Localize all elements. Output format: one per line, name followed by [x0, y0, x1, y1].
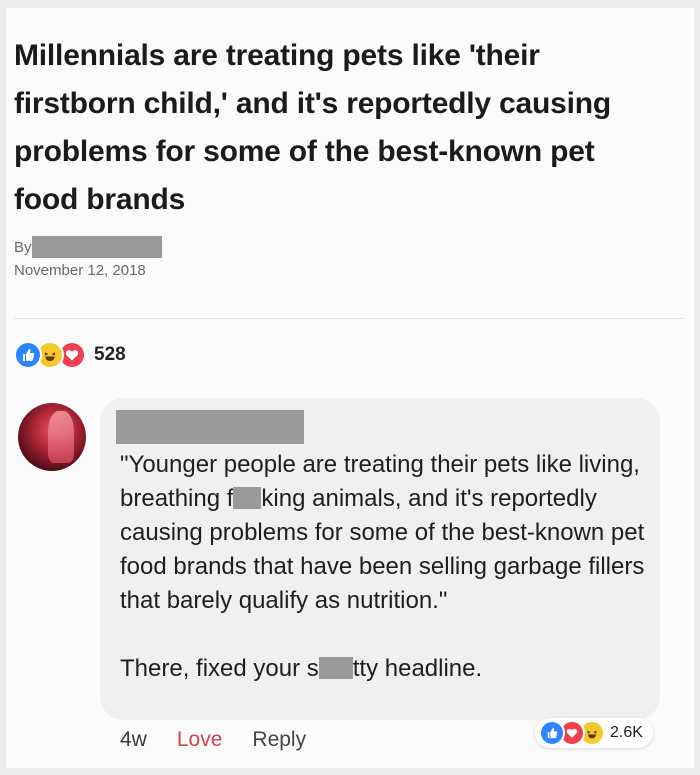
byline-label: By	[14, 238, 32, 256]
article-date: November 12, 2018	[14, 262, 146, 279]
like-icon	[539, 720, 565, 746]
article-headline[interactable]: Millennials are treating pets like 'thei…	[14, 32, 654, 224]
reply-button[interactable]: Reply	[252, 728, 306, 752]
comment-text: "Younger people are treating their pets …	[120, 448, 650, 686]
author-redaction	[31, 236, 162, 258]
post-reactions[interactable]: 528	[14, 341, 126, 369]
divider	[14, 318, 684, 319]
comment-text-part: tty headline.	[352, 655, 483, 682]
comment-bubble: "Younger people are treating their pets …	[100, 398, 660, 720]
like-icon	[14, 341, 42, 369]
comment-timestamp[interactable]: 4w	[120, 728, 147, 752]
comment-paragraph-2: There, fixed your s tty headline.	[120, 652, 650, 686]
censor-block	[318, 657, 353, 679]
censor-block	[233, 487, 262, 509]
reaction-count: 528	[94, 344, 126, 365]
commenter-avatar[interactable]	[18, 403, 86, 471]
byline: By	[14, 236, 162, 258]
comment-paragraph-1: "Younger people are treating their pets …	[120, 448, 650, 618]
commenter-name-redaction	[116, 410, 304, 444]
comment-actions: 4w Love Reply	[120, 728, 336, 752]
comment-text-part: There, fixed your s	[120, 655, 319, 682]
comment-reactions[interactable]: 2.6K	[535, 718, 653, 748]
comment-reaction-count: 2.6K	[610, 724, 643, 741]
love-button[interactable]: Love	[177, 728, 223, 752]
